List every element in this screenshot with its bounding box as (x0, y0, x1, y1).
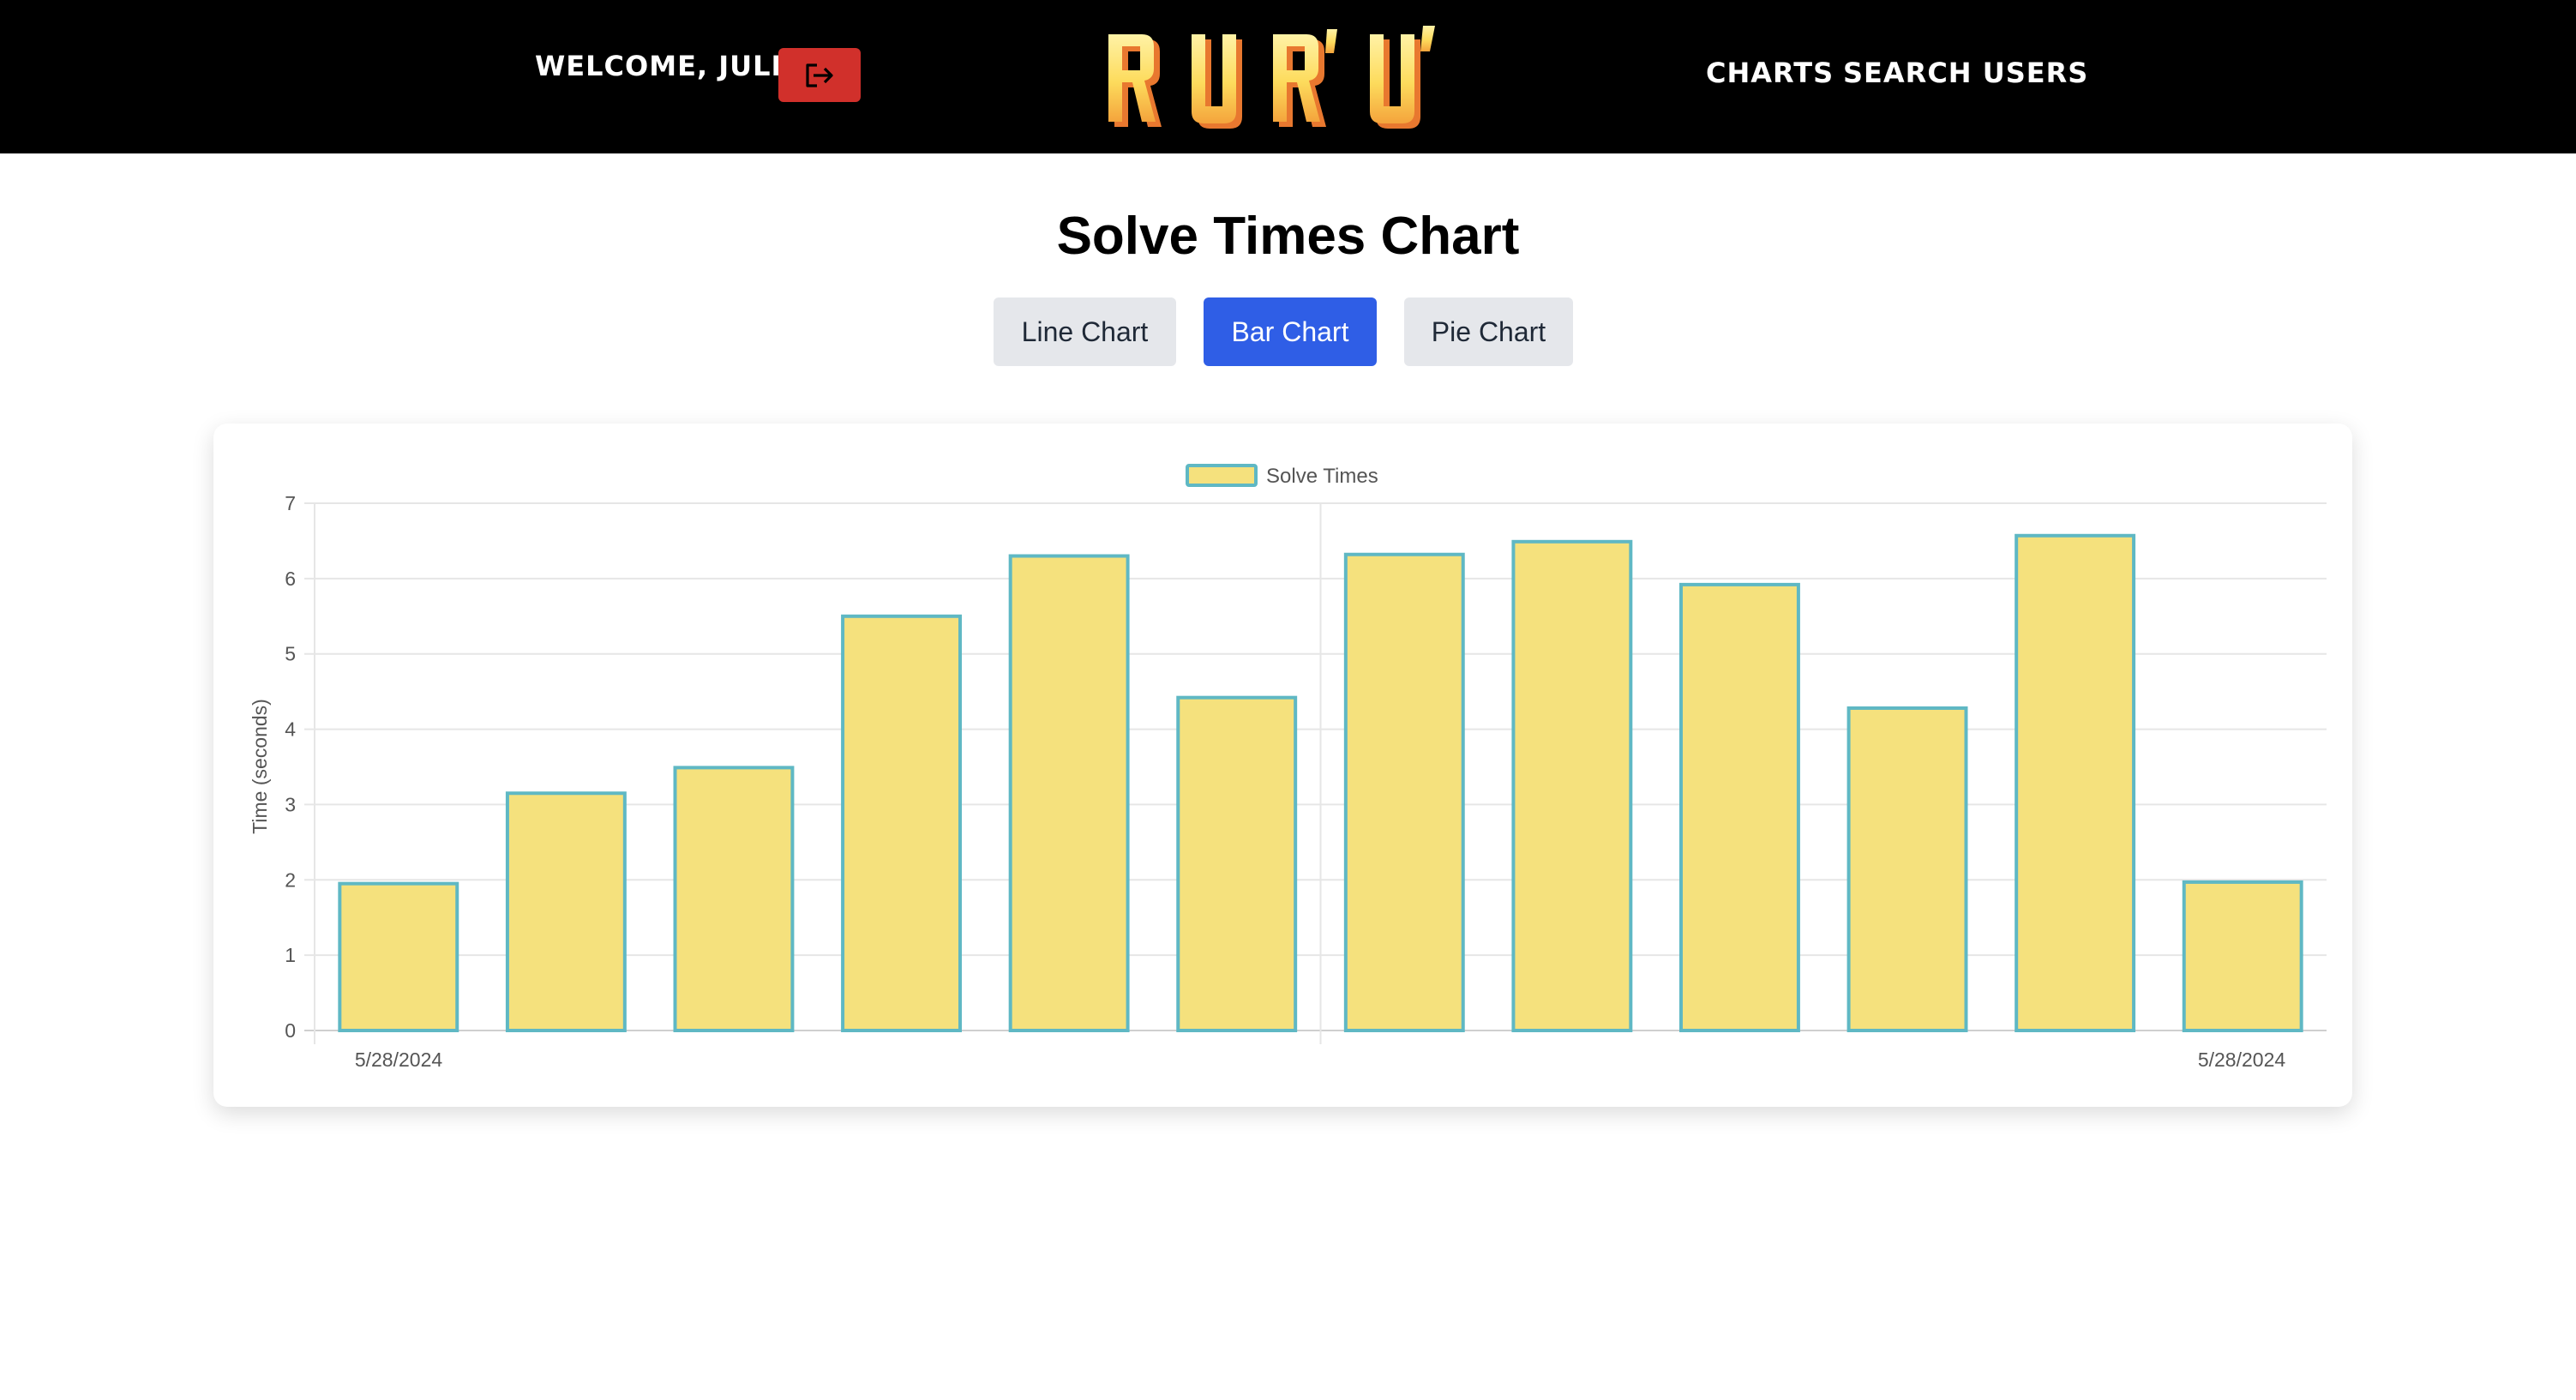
chart-legend[interactable]: Solve Times (1186, 464, 1378, 488)
logout-button[interactable] (778, 48, 861, 102)
bar[interactable] (338, 881, 459, 1033)
bar[interactable] (2182, 880, 2303, 1033)
logo-letter-r (1108, 34, 1162, 127)
pie-chart-button[interactable]: Pie Chart (1404, 297, 1573, 366)
bar-chart-button[interactable]: Bar Chart (1204, 297, 1377, 366)
bar[interactable] (1176, 695, 1298, 1032)
line-chart-button[interactable]: Line Chart (994, 297, 1176, 366)
solve-times-bar-chart: 0 1 2 3 4 5 6 7 Solve Times Time (seconds) 5/28… (249, 464, 2327, 1071)
bar[interactable] (1846, 706, 1968, 1032)
bar[interactable] (841, 614, 962, 1033)
x-tick-label-last: 5/28/2024 (2198, 1048, 2286, 1071)
logo-graphic (1108, 26, 1435, 129)
y-tick-label: 6 (285, 568, 296, 590)
logo-letter-r-prime (1273, 29, 1337, 127)
bar[interactable] (1511, 539, 1633, 1033)
app-logo[interactable] (1097, 19, 1466, 130)
logo-letter-u-prime (1370, 26, 1435, 129)
bar[interactable] (1343, 552, 1465, 1032)
bar[interactable] (1679, 582, 1800, 1032)
y-tick-label: 4 (285, 718, 296, 741)
y-tick-label: 2 (285, 868, 296, 891)
welcome-text: WELCOME, JULI (535, 50, 783, 82)
top-navbar: WELCOME, JULI CHARTS SEARCH USERS (0, 0, 2576, 153)
y-axis-title: Time (seconds) (249, 699, 271, 834)
bar[interactable] (673, 766, 795, 1032)
legend-swatch (1186, 464, 1258, 487)
page-title: Solve Times Chart (1056, 207, 1520, 266)
logo-letter-u (1192, 34, 1242, 129)
axes: 0 1 2 3 4 5 6 7 (285, 492, 296, 1042)
legend-label: Solve Times (1266, 465, 1378, 488)
y-tick-label: 7 (285, 492, 296, 514)
y-tick-label: 1 (285, 944, 296, 966)
x-tick-label-first: 5/28/2024 (355, 1048, 443, 1071)
bar[interactable] (505, 791, 627, 1032)
nav-search-users-link[interactable]: SEARCH USERS (1843, 57, 2088, 89)
chart-card: 0 1 2 3 4 5 6 7 Solve Times Time (seconds) 5/28… (213, 424, 2352, 1107)
logout-icon (806, 63, 833, 87)
y-tick-label: 3 (285, 793, 296, 815)
bar[interactable] (1008, 554, 1130, 1032)
y-tick-label: 0 (285, 1019, 296, 1042)
y-tick-label: 5 (285, 643, 296, 665)
bar[interactable] (2015, 533, 2136, 1032)
nav-charts-link[interactable]: CHARTS (1706, 57, 1834, 89)
